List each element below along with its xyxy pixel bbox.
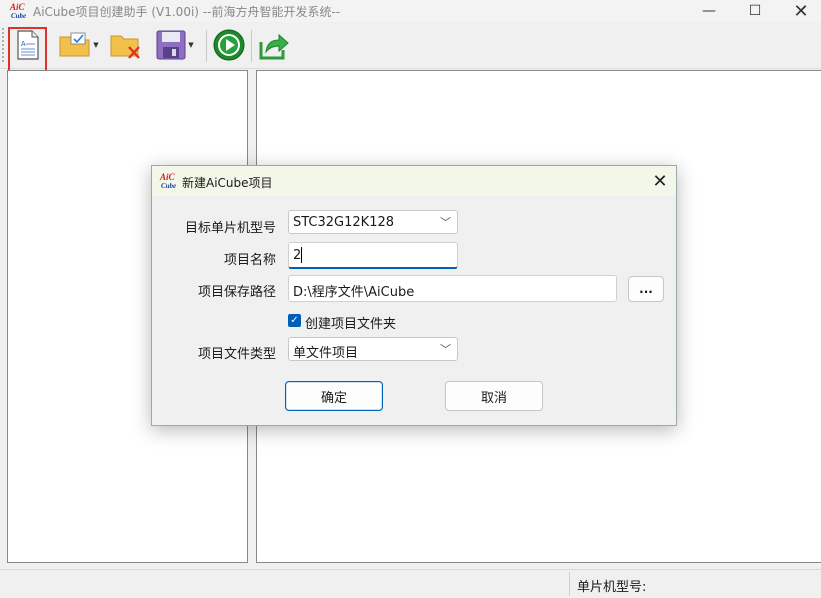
close-folder-icon [110,35,140,59]
chevron-down-icon[interactable]: ▼ [188,41,193,49]
toolbar: A ▼ ▼ [0,22,821,69]
close-project-button[interactable] [108,28,144,62]
maximize-button[interactable]: ☐ [732,0,778,22]
mcu-select[interactable]: STC32G12K128 ﹀ [288,210,458,234]
minimize-button[interactable]: — [686,0,732,22]
save-path-label: 项目保存路径 [197,285,276,300]
app-logo-bottom: Cube [11,12,26,20]
toolbar-separator [251,30,252,62]
ok-button[interactable]: 确定 [285,381,383,411]
save-project-button[interactable]: ▼ [150,28,200,62]
status-bar: 单片机型号: [0,569,821,598]
dialog-close-button[interactable]: ✕ [648,169,672,193]
dialog-title: 新建AiCube项目 [182,176,273,190]
dialog-logo-icon: AiC Cube [159,172,176,190]
status-divider [569,572,570,596]
save-path-input[interactable]: D:\程序文件\AiCube [288,275,617,302]
export-button[interactable] [257,28,291,62]
mcu-label: 目标单片机型号 [184,221,276,236]
create-folder-label[interactable]: 创建项目文件夹 [305,313,396,332]
file-type-select-value: 单文件项目 [293,346,359,361]
dialog-logo-top: AiC [159,172,176,182]
close-button[interactable]: ✕ [778,0,821,22]
app-logo-top: AiC [9,2,26,12]
browse-button[interactable]: ... [628,276,664,302]
new-project-dialog: AiC Cube 新建AiCube项目 ✕ 目标单片机型号 STC32G12K1… [151,165,677,426]
open-project-button[interactable]: ▼ [55,28,103,62]
status-mcu-label: 单片机型号: [577,580,647,595]
export-share-icon [259,33,289,60]
create-folder-checkbox[interactable]: ✓ [288,314,301,327]
chevron-down-icon[interactable]: ▼ [93,41,98,49]
chevron-down-icon: ﹀ [440,343,451,356]
app-logo-icon: AiC Cube [9,2,26,20]
toolbar-grip[interactable] [2,28,6,62]
mcu-select-value: STC32G12K128 [293,215,395,230]
open-folder-icon [59,32,90,57]
window-title: AiCube项目创建助手 (V1.00i) --前海方舟智能开发系统-- [33,5,341,19]
save-path-value: D:\程序文件\AiCube [293,285,415,300]
project-name-label: 项目名称 [223,253,276,268]
toolbar-separator [206,30,207,62]
cancel-button[interactable]: 取消 [445,381,543,411]
text-caret [301,247,302,263]
run-play-icon [213,29,245,61]
run-button[interactable] [212,28,246,62]
dialog-logo-bottom: Cube [161,182,176,190]
file-type-select[interactable]: 单文件项目 ﹀ [288,337,458,361]
file-type-label: 项目文件类型 [197,347,276,362]
project-name-input[interactable]: 2 [288,242,458,269]
title-bar: AiC Cube AiCube项目创建助手 (V1.00i) --前海方舟智能开… [0,0,821,22]
save-disk-icon [156,30,186,60]
chevron-down-icon: ﹀ [440,216,451,229]
dialog-title-bar: AiC Cube 新建AiCube项目 ✕ [152,166,676,196]
